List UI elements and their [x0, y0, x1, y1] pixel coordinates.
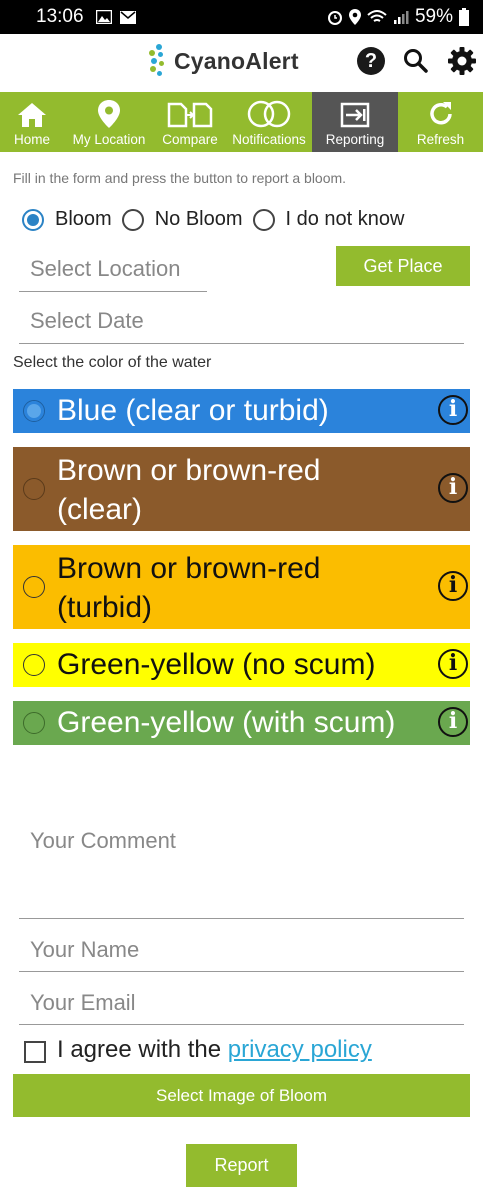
notifications-icon: [247, 100, 291, 128]
compare-icon: [167, 102, 213, 128]
info-icon[interactable]: i: [438, 473, 468, 503]
app-title: CyanoAlert: [174, 47, 299, 74]
nav-bar: Home My Location Compare Notifications R…: [0, 92, 483, 152]
get-place-button[interactable]: Get Place: [336, 246, 470, 286]
reporting-icon: [340, 102, 370, 128]
home-icon: [18, 103, 46, 127]
battery-percent: 59%: [414, 6, 453, 27]
color-section-label: Select the color of the water: [13, 354, 212, 371]
location-pin-icon: [98, 100, 120, 128]
image-icon: [95, 10, 112, 24]
report-button[interactable]: Report: [186, 1144, 297, 1187]
color-label-brown-turbid-line2: (turbid): [57, 591, 153, 624]
color-option-blue[interactable]: Blue (clear or turbid) i: [13, 389, 470, 433]
tab-reporting[interactable]: Reporting: [312, 92, 398, 152]
tab-refresh[interactable]: Refresh: [398, 92, 483, 152]
mail-icon: [119, 10, 136, 24]
select-image-button[interactable]: Select Image of Bloom: [13, 1074, 470, 1117]
color-radio-brown-turbid[interactable]: [23, 576, 45, 598]
radio-do-not-know[interactable]: [252, 208, 275, 231]
color-label-green-scum: Green-yellow (with scum): [57, 706, 396, 739]
color-label-brown-clear-line1: Brown or brown-red: [57, 454, 321, 487]
privacy-checkbox[interactable]: [24, 1041, 46, 1063]
radio-no-bloom-label: No Bloom: [154, 208, 243, 230]
color-option-brown-turbid[interactable]: Brown or brown-red (turbid) i: [13, 545, 470, 629]
color-radio-green-no-scum[interactable]: [23, 654, 45, 676]
color-option-green-no-scum[interactable]: Green-yellow (no scum) i: [13, 643, 470, 687]
tab-notifications[interactable]: Notifications: [226, 92, 312, 152]
wifi-icon: [367, 10, 387, 22]
tab-my-location[interactable]: My Location: [64, 92, 154, 152]
color-radio-blue[interactable]: [23, 400, 45, 422]
radio-bloom[interactable]: [22, 208, 44, 231]
color-radio-brown-clear[interactable]: [23, 478, 45, 500]
radio-no-bloom[interactable]: [121, 208, 144, 231]
color-label-brown-clear-line2: (clear): [57, 493, 143, 526]
refresh-icon: [429, 102, 452, 125]
location-field[interactable]: Select Location: [19, 256, 207, 292]
comment-field[interactable]: Your Comment: [19, 828, 464, 919]
color-radio-green-scum[interactable]: [23, 712, 45, 734]
alarm-icon: [327, 11, 342, 25]
app-logo: CyanoAlert: [146, 44, 299, 78]
bloom-options: Bloom No Bloom I do not know: [22, 208, 414, 231]
color-label-brown-turbid-line1: Brown or brown-red: [57, 552, 321, 585]
radio-bloom-label: Bloom: [55, 208, 112, 230]
help-icon[interactable]: ?: [357, 47, 385, 75]
info-icon[interactable]: i: [438, 395, 468, 425]
battery-icon: [459, 8, 469, 26]
form-intro: Fill in the form and press the button to…: [13, 170, 347, 186]
status-time: 13:06: [36, 6, 84, 27]
radio-do-not-know-label: I do not know: [285, 208, 405, 230]
info-icon[interactable]: i: [438, 707, 468, 737]
tab-home[interactable]: Home: [0, 92, 64, 152]
gear-icon[interactable]: [447, 46, 477, 76]
privacy-agree-label: I agree with the: [57, 1036, 222, 1063]
color-label-blue: Blue (clear or turbid): [57, 394, 329, 427]
name-field[interactable]: Your Name: [19, 937, 464, 972]
location-icon: [348, 9, 361, 25]
info-icon[interactable]: i: [438, 649, 468, 679]
color-option-brown-clear[interactable]: Brown or brown-red (clear) i: [13, 447, 470, 531]
email-field[interactable]: Your Email: [19, 990, 464, 1025]
date-field[interactable]: Select Date: [19, 308, 464, 344]
search-icon[interactable]: [401, 46, 431, 76]
privacy-agree: I agree with the privacy policy: [57, 1036, 372, 1064]
signal-icon: [393, 11, 409, 24]
tab-compare[interactable]: Compare: [154, 92, 226, 152]
logo-icon: [146, 44, 168, 78]
info-icon[interactable]: i: [438, 571, 468, 601]
app-header: CyanoAlert ?: [0, 34, 483, 92]
color-option-green-scum[interactable]: Green-yellow (with scum) i: [13, 701, 470, 745]
privacy-policy-link[interactable]: privacy policy: [228, 1036, 372, 1063]
status-bar: 13:06 59%: [0, 0, 483, 34]
color-label-green-no-scum: Green-yellow (no scum): [57, 648, 376, 681]
